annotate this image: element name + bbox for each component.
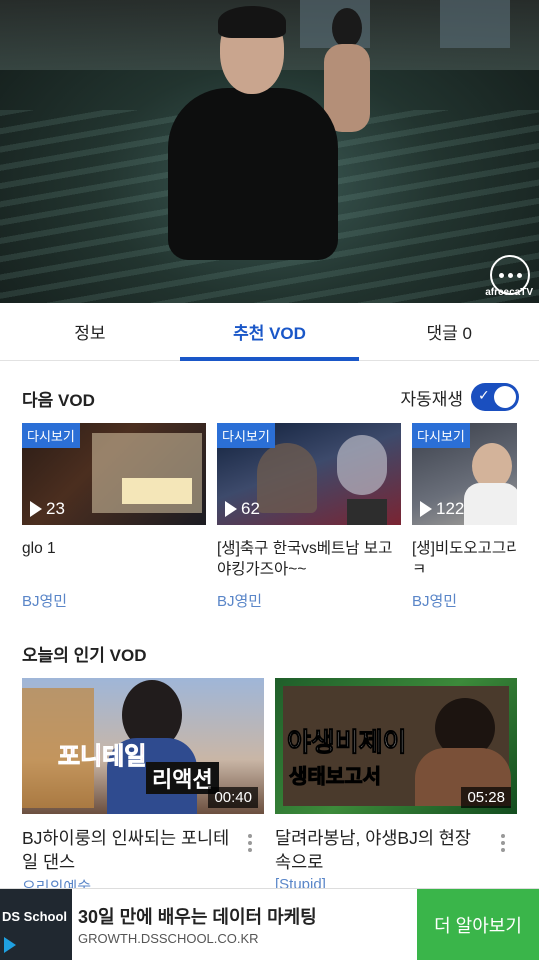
ad-cta-button[interactable]: 더 알아보기 (417, 889, 539, 960)
vod-card[interactable]: 다시보기 62 [생]축구 한국vs베트남 보고 야킹가즈아~~ BJ영민 (217, 423, 401, 611)
vod-author[interactable]: BJ영민 (22, 590, 206, 611)
play-icon (420, 501, 432, 517)
vod-title[interactable]: [생]비도오고그리 ..철권...ㅋㅋ (412, 538, 517, 580)
video-player[interactable]: afreecaTV (0, 0, 539, 303)
duration-badge: 00:40 (208, 787, 258, 808)
vod-title[interactable]: [생]축구 한국vs베트남 보고 야킹가즈아~~ (217, 538, 401, 580)
tab-info[interactable]: 정보 (0, 303, 180, 360)
autoplay-toggle[interactable]: ✓ (471, 383, 519, 411)
more-options-icon[interactable] (248, 834, 252, 852)
replay-tag: 다시보기 (412, 423, 470, 448)
play-icon (4, 937, 16, 953)
replay-tag: 다시보기 (22, 423, 80, 448)
popular-vod-card[interactable]: 포니테일 리액션 00:40 BJ하이룽의 인싸되는 포니테일 댄스 오리의예술 (22, 678, 264, 897)
play-icon (225, 501, 237, 517)
vod-title[interactable]: glo 1 (22, 538, 206, 580)
view-count: 122 (420, 499, 464, 519)
vod-title[interactable]: 달려라봉남, 야생BJ의 현장속으로 (275, 826, 485, 874)
vod-title[interactable]: BJ하이룽의 인싸되는 포니테일 댄스 (22, 826, 232, 874)
tab-recommended-vod[interactable]: 추천 VOD (179, 303, 360, 361)
popular-vod-title: 오늘의 인기 VOD (22, 646, 147, 665)
view-count: 62 (225, 499, 260, 519)
vod-thumbnail[interactable]: 다시보기 122 (412, 423, 517, 525)
tab-bar: 정보 추천 VOD 댓글 0 (0, 303, 539, 361)
video-window (440, 0, 510, 48)
duration-badge: 05:28 (461, 787, 511, 808)
play-icon (30, 501, 42, 517)
ad-logo: DS School (0, 889, 72, 960)
vod-card[interactable]: 다시보기 23 glo 1 BJ영민 (22, 423, 206, 611)
autoplay-label: 자동재생 (400, 389, 463, 409)
check-icon: ✓ (478, 387, 490, 403)
popular-vod-card[interactable]: 야생비제이 생태보고서 05:28 달려라봉남, 야생BJ의 현장속으로 [St… (275, 678, 517, 893)
thumbnail-caption: 생태보고서 (289, 766, 382, 789)
replay-tag: 다시보기 (217, 423, 275, 448)
vod-author[interactable]: BJ영민 (412, 590, 517, 611)
vod-author[interactable]: BJ영민 (217, 590, 401, 611)
ad-logo-text: DS School (2, 909, 68, 924)
ad-headline: 30일 만에 배우는 데이터 마케팅 (78, 907, 317, 927)
autoplay-control: 자동재생 ✓ (400, 383, 519, 411)
ad-url: GROWTH.DSSCHOOL.CO.KR (78, 931, 259, 946)
thumbnail-caption: 야생비제이 (287, 727, 408, 758)
vod-thumbnail[interactable]: 포니테일 리액션 00:40 (22, 678, 264, 814)
view-count: 23 (30, 499, 65, 519)
next-vod-title: 다음 VOD (22, 391, 95, 410)
vod-thumbnail[interactable]: 다시보기 23 (22, 423, 206, 525)
video-person-main (168, 6, 338, 260)
more-options-icon[interactable] (501, 834, 505, 852)
vod-thumbnail[interactable]: 야생비제이 생태보고서 05:28 (275, 678, 517, 814)
thumbnail-caption: 포니테일 (57, 743, 147, 771)
vod-thumbnail[interactable]: 다시보기 62 (217, 423, 401, 525)
afreecatv-logo: afreecaTV (485, 287, 533, 298)
vod-card[interactable]: 다시보기 122 [생]비도오고그리 ..철권...ㅋㅋ BJ영민 (412, 423, 517, 611)
ad-banner[interactable]: DS School 30일 만에 배우는 데이터 마케팅 GROWTH.DSSC… (0, 888, 539, 960)
tab-comments[interactable]: 댓글 0 (359, 303, 539, 360)
